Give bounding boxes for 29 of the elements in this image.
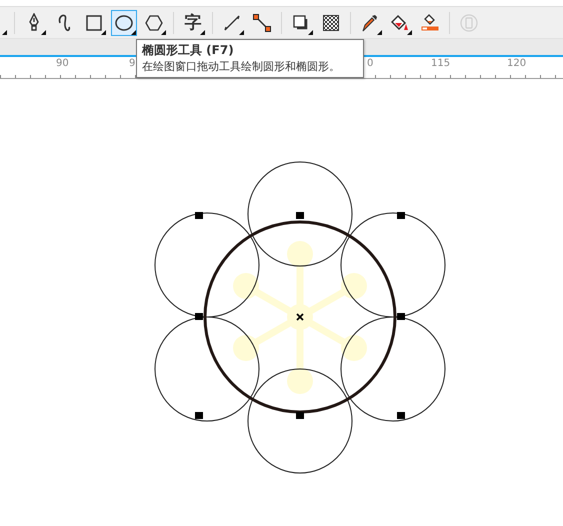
- ruler-label: 120: [507, 58, 526, 69]
- ruler-label: 9: [129, 58, 136, 69]
- selection-handle[interactable]: [397, 212, 405, 219]
- selection-handle[interactable]: [397, 313, 405, 320]
- rectangle-icon: [86, 14, 102, 30]
- tooltip-title: 椭圆形工具 (F7): [142, 42, 235, 59]
- hexagon-icon: [145, 14, 163, 30]
- ruler-label: 90: [56, 58, 69, 69]
- selection-handle[interactable]: [296, 412, 304, 419]
- paint-bucket-icon: [391, 14, 409, 32]
- shadow-icon: [293, 14, 309, 30]
- line-icon: [224, 14, 240, 30]
- selection-handle[interactable]: [195, 313, 203, 320]
- selection-handle[interactable]: [195, 212, 203, 219]
- smart-fill-icon: [421, 14, 439, 32]
- pen-icon: [28, 12, 40, 32]
- ruler-label: 115: [431, 58, 450, 69]
- text-tool-glyph: 字: [184, 14, 202, 31]
- curve-icon: [57, 12, 71, 32]
- ellipse-icon: [115, 14, 133, 30]
- selection-handle[interactable]: [296, 212, 304, 219]
- tooltip-description: 在绘图窗口拖动工具绘制圆形和椭圆形。: [142, 59, 341, 74]
- connector-icon: [253, 14, 271, 32]
- ruler-label: 0: [367, 58, 374, 69]
- selection-handle[interactable]: [397, 412, 405, 419]
- ellipse-tool-button[interactable]: [111, 10, 137, 36]
- device-icon: [460, 14, 478, 32]
- selection-handle[interactable]: [195, 412, 203, 419]
- checkerboard-icon: [323, 14, 339, 30]
